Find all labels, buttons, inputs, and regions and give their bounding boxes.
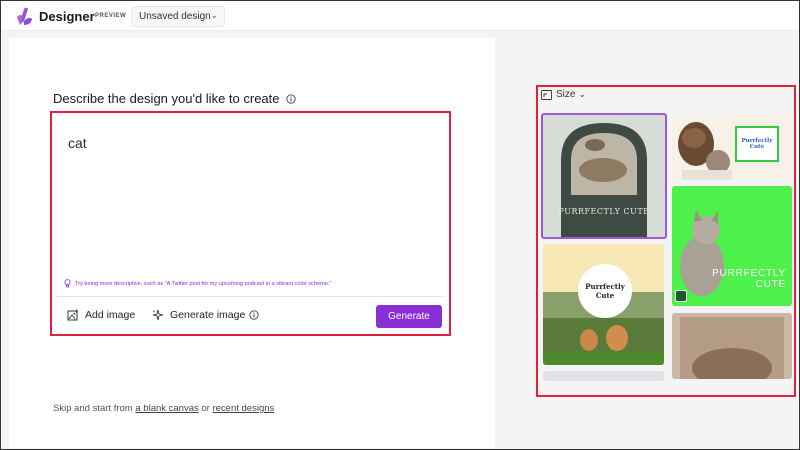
skip-or: or	[201, 403, 210, 414]
design-card[interactable]: Purrfectly Cute	[543, 244, 664, 365]
arch-graphic	[561, 123, 647, 237]
size-dropdown[interactable]: Size ⌄	[541, 89, 586, 100]
lightbulb-icon	[64, 279, 71, 288]
size-label: Size	[556, 89, 576, 100]
design-card[interactable]: Purrfectly Cute	[672, 114, 792, 180]
recent-designs-link[interactable]: recent designs	[212, 403, 274, 414]
card-title: PURRFECTLY CUTE	[706, 268, 786, 290]
divider	[56, 296, 445, 297]
skip-text: Skip and start from a blank canvas or re…	[53, 403, 274, 414]
document-title: Unsaved design	[139, 11, 211, 22]
skip-prefix: Skip and start from	[53, 403, 133, 414]
design-card[interactable]	[672, 313, 792, 379]
prompt-tip: Try being more descriptive, such as "A T…	[64, 279, 331, 288]
card-title: PURRFECTLY CUTE	[558, 207, 650, 216]
generate-image-label: Generate image	[170, 309, 246, 321]
preview-badge: PREVIEW	[95, 13, 127, 19]
prompt-input-box[interactable]	[50, 111, 451, 336]
card-title-line: CUTE	[755, 279, 786, 290]
sparkle-icon	[152, 309, 164, 321]
generate-image-button[interactable]: Generate image	[152, 309, 265, 321]
video-icon	[675, 290, 687, 302]
prompt-tip-text: Try being more descriptive, such as "A T…	[75, 280, 332, 287]
page-heading: Describe the design you'd like to create	[53, 91, 280, 106]
card-label: Purrfectly Cute	[578, 264, 632, 318]
top-bar: Designer PREVIEW Unsaved design ⌄	[1, 1, 799, 31]
card-title-line: PURRFECTLY	[712, 268, 786, 279]
info-icon[interactable]	[286, 94, 296, 104]
add-image-label: Add image	[85, 309, 136, 321]
prompt-input[interactable]: cat	[68, 135, 87, 151]
card-label: Purrfectly Cute	[735, 126, 779, 162]
document-title-dropdown[interactable]: Unsaved design ⌄	[131, 6, 225, 27]
chevron-down-icon: ⌄	[578, 89, 586, 99]
info-icon[interactable]	[249, 310, 259, 320]
card-title-line: Cute	[749, 144, 765, 150]
blank-canvas-link[interactable]: a blank canvas	[135, 403, 198, 414]
generate-button[interactable]: Generate	[376, 305, 442, 328]
add-image-icon	[67, 309, 78, 321]
chevron-down-icon: ⌄	[210, 10, 218, 20]
resize-icon	[541, 89, 552, 100]
add-image-button[interactable]: Add image	[67, 309, 135, 321]
cat-closeup-photo	[680, 317, 784, 379]
card-title-line: Cute	[595, 291, 615, 300]
app-name: Designer	[39, 9, 95, 24]
design-card[interactable]: PURRFECTLY CUTE	[541, 113, 667, 239]
designer-logo-icon	[17, 7, 32, 25]
design-card[interactable]	[543, 371, 664, 381]
card-title-line: Purrfectly	[585, 282, 625, 291]
design-card[interactable]: PURRFECTLY CUTE	[672, 186, 792, 306]
